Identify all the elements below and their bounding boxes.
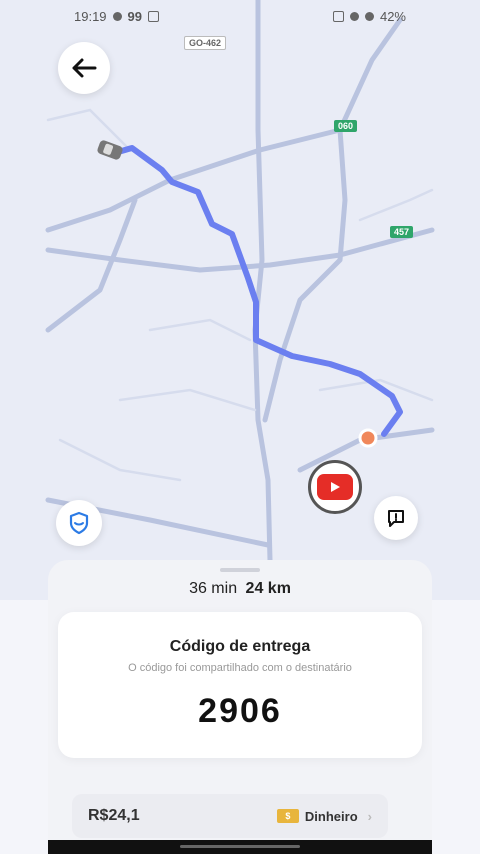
notification-count: 99 — [127, 8, 143, 24]
chevron-right-icon: › — [367, 808, 372, 824]
fare-amount: R$24,1 — [88, 807, 140, 824]
trip-distance: 24 km — [245, 580, 291, 597]
youtube-button[interactable] — [308, 460, 362, 514]
road-label: 457 — [390, 226, 414, 238]
sheet-handle[interactable] — [220, 568, 260, 572]
payment-row[interactable]: R$24,1 $ Dinheiro › — [72, 794, 388, 838]
back-button[interactable] — [58, 42, 110, 94]
road-network — [45, 0, 435, 563]
report-issue-button[interactable] — [374, 496, 418, 540]
payment-method[interactable]: $ Dinheiro › — [276, 808, 372, 824]
delivery-code-card: Código de entrega O código foi compartil… — [58, 612, 422, 758]
delivery-code-title: Código de entrega — [169, 638, 311, 655]
delivery-code-subtitle: O código foi compartilhado com o destina… — [128, 662, 352, 674]
driver-car-icon — [97, 140, 123, 160]
road-label: GO-462 — [184, 36, 227, 50]
arrow-left-icon — [72, 58, 97, 78]
system-nav-bar — [48, 840, 432, 854]
status-bar: 19:19 99 42% — [0, 0, 480, 32]
trip-eta: 36 min 24 km — [48, 580, 432, 598]
payment-method-label: Dinheiro — [304, 808, 358, 824]
alert-icon — [388, 510, 404, 527]
location-icon — [349, 11, 359, 21]
destination-pin-icon — [358, 428, 378, 448]
shield-icon — [69, 511, 89, 535]
delivery-code-value: 2906 — [198, 692, 282, 730]
trip-duration: 36 min — [189, 580, 238, 597]
wifi-icon — [364, 11, 374, 21]
youtube-icon — [317, 474, 353, 500]
battery-level: 42% — [379, 8, 406, 24]
notification-icon — [112, 11, 122, 21]
safety-button[interactable] — [56, 500, 102, 546]
status-time: 19:19 — [74, 8, 107, 24]
battery-saver-icon — [332, 10, 344, 22]
minor-roads — [46, 108, 434, 482]
trip-bottom-sheet[interactable]: 36 min 24 km Código de entrega O código … — [48, 560, 432, 854]
road-label: 060 — [334, 120, 358, 132]
gallery-icon — [148, 10, 160, 22]
home-gesture-handle[interactable] — [180, 845, 300, 848]
cash-icon: $ — [276, 809, 299, 823]
